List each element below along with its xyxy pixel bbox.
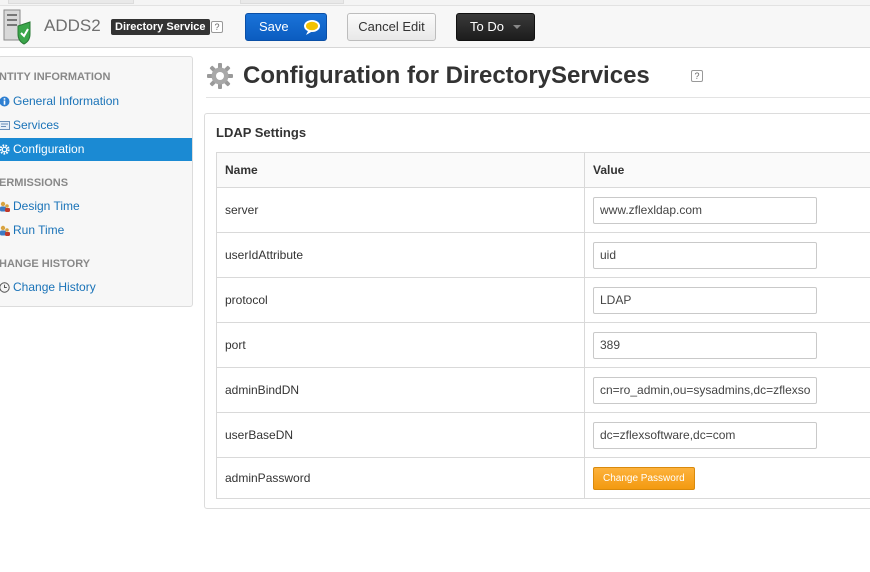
comment-icon [304,20,320,35]
setting-value-cell [584,277,870,323]
sidebar-item-label: Change History [13,280,96,294]
help-icon[interactable]: ? [211,21,223,33]
table-row: userBaseDN [216,412,870,458]
setting-name: adminPassword [216,457,585,499]
setting-name: server [216,187,585,233]
title-divider [206,97,870,98]
setting-value-cell [584,187,870,233]
table-header-row: Name Value [216,152,870,188]
setting-name: userIdAttribute [216,232,585,278]
app-name: ADDS2 [44,16,101,35]
table-row: server [216,187,870,233]
sidebar-item-general-information[interactable]: General Information [0,90,192,113]
setting-name: port [216,322,585,368]
todo-dropdown-button[interactable]: To Do [456,13,535,41]
sidebar-item-change-history[interactable]: Change History [0,276,192,299]
admin-bind-dn-input[interactable] [593,376,817,404]
setting-value-cell [584,322,870,368]
users-icon [0,225,10,236]
table-row: userIdAttribute [216,232,870,278]
table-row: adminPassword Change Password [216,457,870,499]
table-row: protocol [216,277,870,323]
user-base-dn-input[interactable] [593,421,817,449]
users-icon [0,201,10,212]
save-button[interactable]: Save [245,13,327,41]
gear-icon [207,63,233,89]
sidebar-item-label: Design Time [13,199,80,213]
setting-name: userBaseDN [216,412,585,458]
todo-button-label: To Do [470,19,504,34]
setting-value-cell [584,232,870,278]
protocol-input[interactable] [593,286,817,314]
app-type-badge: Directory Service [111,19,210,35]
save-button-label: Save [259,19,289,34]
top-tab[interactable] [240,0,344,4]
setting-value-cell [584,412,870,458]
setting-name: protocol [216,277,585,323]
server-input[interactable] [593,196,817,224]
server-shield-icon [3,9,31,45]
sidebar-item-label: General Information [13,94,120,108]
sidebar: NTITY INFORMATION General Information Se… [0,56,193,307]
gear-icon [0,144,10,155]
setting-value-cell [584,367,870,413]
sidebar-item-configuration[interactable]: Configuration [0,138,192,161]
sidebar-section-permissions: ERMISSIONS [0,177,69,189]
panel-title: LDAP Settings [216,125,307,140]
sidebar-item-design-time[interactable]: Design Time [0,195,192,218]
table-row: adminBindDN [216,367,870,413]
sidebar-item-services[interactable]: Services [0,114,192,137]
port-input[interactable] [593,331,817,359]
ldap-settings-panel: LDAP Settings Name Value server userIdAt… [204,113,870,509]
sidebar-item-label: Run Time [13,223,65,237]
info-icon [0,96,10,107]
services-icon [0,121,10,130]
sidebar-item-run-time[interactable]: Run Time [0,219,192,242]
sidebar-item-label: Services [13,118,60,132]
column-header-value: Value [584,152,870,188]
sidebar-section-entity-information: NTITY INFORMATION [0,71,111,83]
column-header-name: Name [216,152,585,188]
app-header: ADDS2 Directory Service ? Save Cancel Ed… [0,6,870,48]
page-title: Configuration for DirectoryServices [243,62,650,89]
table-row: port [216,322,870,368]
top-tab[interactable] [8,0,134,4]
cancel-edit-button[interactable]: Cancel Edit [347,13,436,41]
sidebar-item-label: Configuration [13,142,85,156]
setting-value-cell: Change Password [584,457,870,499]
change-password-button[interactable]: Change Password [593,466,695,490]
clock-icon [0,282,10,293]
chevron-down-icon [513,25,521,29]
user-id-attribute-input[interactable] [593,241,817,269]
setting-name: adminBindDN [216,367,585,413]
settings-table: Name Value server userIdAttribute protoc… [216,152,870,499]
help-icon[interactable]: ? [691,70,703,82]
sidebar-section-change-history: HANGE HISTORY [0,258,91,270]
